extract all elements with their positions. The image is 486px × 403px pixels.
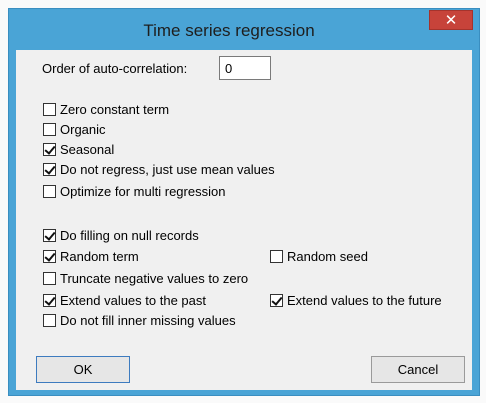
checkbox-box[interactable] xyxy=(270,293,283,307)
checkbox-label: Extend values to the past xyxy=(60,292,206,308)
checkbox-label: Optimize for multi regression xyxy=(60,183,226,199)
checkbox-box[interactable] xyxy=(270,249,283,263)
checkbox-box[interactable] xyxy=(43,249,56,263)
checkbox-label: Do not fill inner missing values xyxy=(60,312,236,328)
checkbox-label: Do not regress, just use mean values xyxy=(60,161,275,177)
checkbox-box[interactable] xyxy=(43,271,56,285)
title-bar[interactable]: Time series regression ✕ xyxy=(9,9,479,49)
checkbox-box[interactable] xyxy=(43,102,56,116)
checkbox-random-term[interactable]: Random term xyxy=(43,247,139,265)
ok-button[interactable]: OK xyxy=(36,356,130,383)
checkbox-box[interactable] xyxy=(43,293,56,307)
checkbox-box[interactable] xyxy=(43,313,56,327)
checkbox-do-filling[interactable]: Do filling on null records xyxy=(43,226,199,244)
dialog-body: Order of auto-correlation: 0 Zero consta… xyxy=(16,50,472,390)
checkbox-truncate-negative[interactable]: Truncate negative values to zero xyxy=(43,269,248,287)
checkbox-do-not-regress[interactable]: Do not regress, just use mean values xyxy=(43,160,275,178)
close-button[interactable]: ✕ xyxy=(429,10,473,30)
dialog-window: Time series regression ✕ Order of auto-c… xyxy=(8,8,480,396)
checkbox-label: Seasonal xyxy=(60,141,115,157)
checkbox-no-inner-fill[interactable]: Do not fill inner missing values xyxy=(43,311,236,329)
checkbox-label: Random seed xyxy=(287,248,368,264)
checkbox-random-seed[interactable]: Random seed xyxy=(270,247,368,265)
checkbox-label: Organic xyxy=(60,121,106,137)
checkbox-label: Zero constant term xyxy=(60,101,170,117)
checkbox-box[interactable] xyxy=(43,142,56,156)
checkbox-box[interactable] xyxy=(43,162,56,176)
checkbox-seasonal[interactable]: Seasonal xyxy=(43,140,114,158)
close-icon: ✕ xyxy=(444,12,458,29)
checkbox-organic[interactable]: Organic xyxy=(43,120,106,138)
checkbox-optimize-multi-regression[interactable]: Optimize for multi regression xyxy=(43,182,225,200)
checkbox-extend-past[interactable]: Extend values to the past xyxy=(43,291,206,309)
checkbox-zero-constant-term[interactable]: Zero constant term xyxy=(43,100,169,118)
checkbox-box[interactable] xyxy=(43,228,56,242)
cancel-button[interactable]: Cancel xyxy=(371,356,465,383)
checkbox-label: Truncate negative values to zero xyxy=(60,270,249,286)
checkbox-box[interactable] xyxy=(43,122,56,136)
checkbox-label: Do filling on null records xyxy=(60,227,199,243)
checkbox-label: Random term xyxy=(60,248,139,264)
window-title: Time series regression xyxy=(143,21,315,40)
checkbox-label: Extend values to the future xyxy=(287,292,442,308)
order-input[interactable]: 0 xyxy=(219,56,271,80)
checkbox-box[interactable] xyxy=(43,184,56,198)
checkbox-extend-future[interactable]: Extend values to the future xyxy=(270,291,442,309)
order-label: Order of auto-correlation: xyxy=(42,61,188,76)
